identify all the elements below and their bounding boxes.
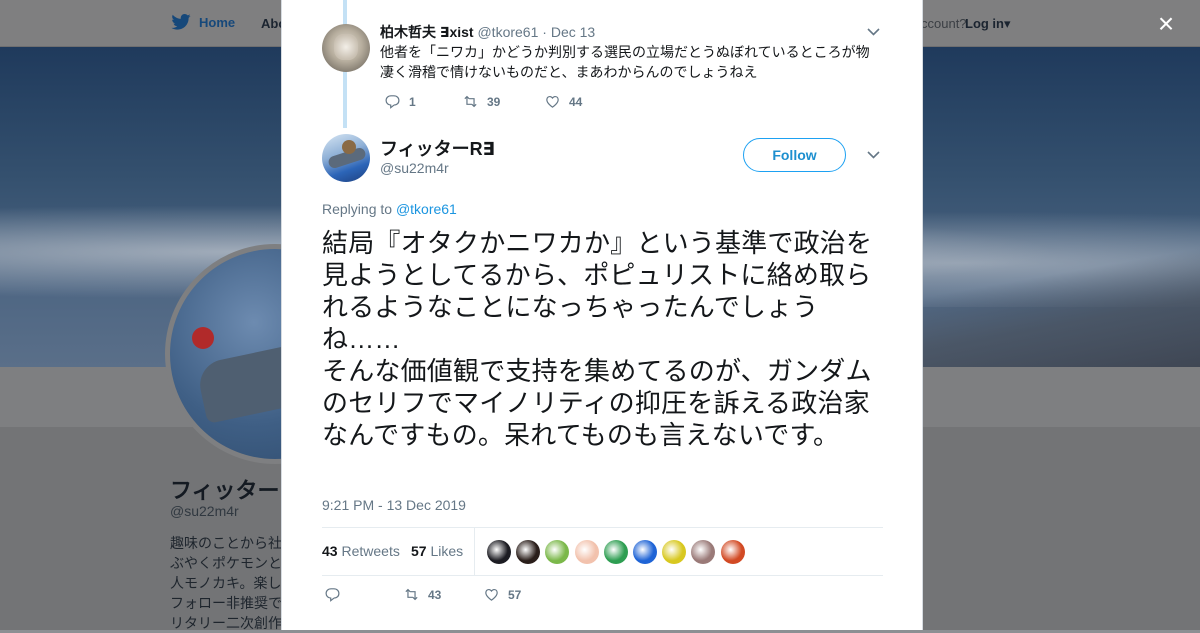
retweet-count: 43: [428, 587, 442, 602]
parent-tweet-header: 柏木哲夫 ∃xist @tkore61 · Dec 13: [380, 22, 595, 42]
like-stat-label: Likes: [430, 543, 464, 559]
heart-icon: [546, 95, 559, 108]
profile-bio: 趣味のことから社 ぶやくポケモンと 人モノカキ。楽し フォロー非推奨で リタリー…: [170, 535, 282, 631]
replying-to-line: Replying to @tkore61: [322, 201, 457, 217]
retweet-button[interactable]: 43: [403, 586, 441, 603]
replying-to-prefix: Replying to: [322, 201, 393, 217]
tweet-modal: 柏木哲夫 ∃xist @tkore61 · Dec 13 他者を「ニワカ」かどう…: [281, 0, 923, 630]
login-hint-text: ccount?: [921, 16, 967, 31]
parent-tweet-actions: 1 39 44: [384, 93, 684, 111]
liker-avatar[interactable]: [516, 540, 541, 564]
parent-tweet-author-name[interactable]: 柏木哲夫 ∃xist: [380, 24, 474, 40]
parent-tweet-date[interactable]: Dec 13: [551, 24, 595, 40]
reply-icon: [325, 588, 340, 602]
liker-avatar[interactable]: [603, 540, 628, 564]
chevron-down-icon[interactable]: [867, 24, 880, 39]
parent-reply-count: 1: [409, 94, 416, 109]
tweet-author-avatar[interactable]: [322, 134, 370, 182]
like-count: 57: [508, 587, 522, 602]
parent-tweet-separator: ·: [542, 24, 547, 40]
replying-to-mention[interactable]: @tkore61: [396, 201, 457, 217]
retweet-stat-count: 43: [322, 543, 338, 559]
profile-handle: @su22m4r: [170, 503, 239, 519]
liker-avatar[interactable]: [633, 540, 657, 564]
tweet-timestamp[interactable]: 9:21 PM - 13 Dec 2019: [322, 497, 466, 513]
follow-button[interactable]: Follow: [743, 138, 846, 172]
parent-tweet-avatar[interactable]: [322, 24, 370, 72]
liker-avatar[interactable]: [487, 540, 511, 564]
liker-avatar[interactable]: [691, 540, 716, 564]
liker-avatar[interactable]: [720, 540, 745, 564]
profile-name: フィッター: [170, 478, 280, 503]
home-nav-link[interactable]: Home: [171, 14, 235, 30]
tweet-stats: 43 Retweets 57 Likes: [322, 527, 883, 576]
reply-icon: [385, 95, 400, 109]
parent-reply-button[interactable]: 1: [384, 93, 416, 110]
like-button[interactable]: 57: [483, 586, 521, 603]
tweet-actions: 43 57: [322, 586, 722, 606]
home-nav-label: Home: [199, 14, 236, 30]
heart-icon: [485, 588, 498, 601]
parent-like-button[interactable]: 44: [544, 93, 582, 110]
retweet-icon: [405, 588, 418, 601]
like-stat-count: 57: [411, 543, 427, 559]
retweet-stat-label: Retweets: [341, 543, 400, 559]
liker-avatar[interactable]: [545, 540, 570, 564]
login-link[interactable]: Log in▾: [965, 16, 1011, 32]
reply-button[interactable]: [324, 586, 349, 603]
tweet-author-handle[interactable]: @su22m4r: [380, 160, 449, 176]
twitter-bird-icon: [171, 14, 191, 30]
retweet-stat[interactable]: 43 Retweets: [322, 543, 400, 559]
liker-avatar[interactable]: [574, 540, 599, 564]
like-stat[interactable]: 57 Likes: [411, 543, 463, 559]
liker-avatar[interactable]: [662, 540, 687, 564]
parent-retweet-count: 39: [487, 94, 501, 109]
tweet-text: 結局『オタクかニワカか』という基準で政治を見ようとしてるから、ポピュリストに絡め…: [322, 228, 873, 450]
banner-wing: [920, 247, 1200, 367]
parent-tweet-author-handle[interactable]: @tkore61: [477, 24, 538, 40]
tweet-author-name[interactable]: フィッターR∃: [380, 135, 495, 161]
stats-divider: [474, 528, 475, 575]
retweet-icon: [464, 95, 477, 108]
avatar-roundel: [192, 327, 214, 349]
close-icon[interactable]: ×: [1154, 10, 1178, 38]
parent-like-count: 44: [569, 94, 583, 109]
login-label: Log in: [965, 16, 1004, 31]
chevron-down-icon[interactable]: [867, 147, 880, 162]
parent-tweet-text: 他者を「ニワカ」かどうか判別する選民の立場だとうぬぼれているところが物凄く滑稽で…: [380, 44, 870, 80]
parent-retweet-button[interactable]: 39: [462, 93, 500, 110]
